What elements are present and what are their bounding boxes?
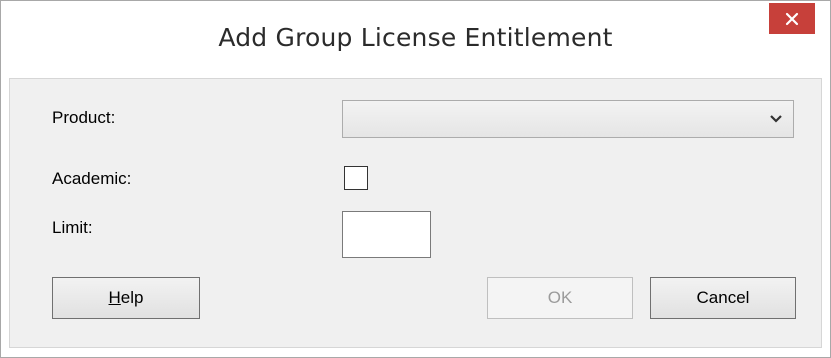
- chevron-down-icon: [770, 115, 782, 123]
- product-select[interactable]: [342, 100, 794, 138]
- dialog-body: Product: Academic: Limit: Help OK Cancel: [9, 78, 822, 348]
- limit-label: Limit:: [52, 218, 93, 237]
- title-bar: Add Group License Entitlement: [1, 1, 830, 78]
- cancel-button[interactable]: Cancel: [650, 277, 796, 319]
- product-label: Product:: [52, 108, 116, 127]
- add-group-license-dialog: Add Group License Entitlement Product: A…: [0, 0, 831, 358]
- academic-checkbox[interactable]: [344, 166, 368, 190]
- dialog-title: Add Group License Entitlement: [218, 23, 613, 52]
- close-icon: [785, 12, 799, 25]
- help-button-mnemonic: H: [108, 288, 121, 307]
- help-button-label: elp: [120, 288, 144, 307]
- close-button[interactable]: [769, 3, 815, 34]
- limit-input[interactable]: [342, 211, 431, 258]
- ok-button[interactable]: OK: [487, 277, 633, 319]
- help-button[interactable]: Help: [52, 277, 200, 319]
- academic-label: Academic:: [52, 169, 132, 188]
